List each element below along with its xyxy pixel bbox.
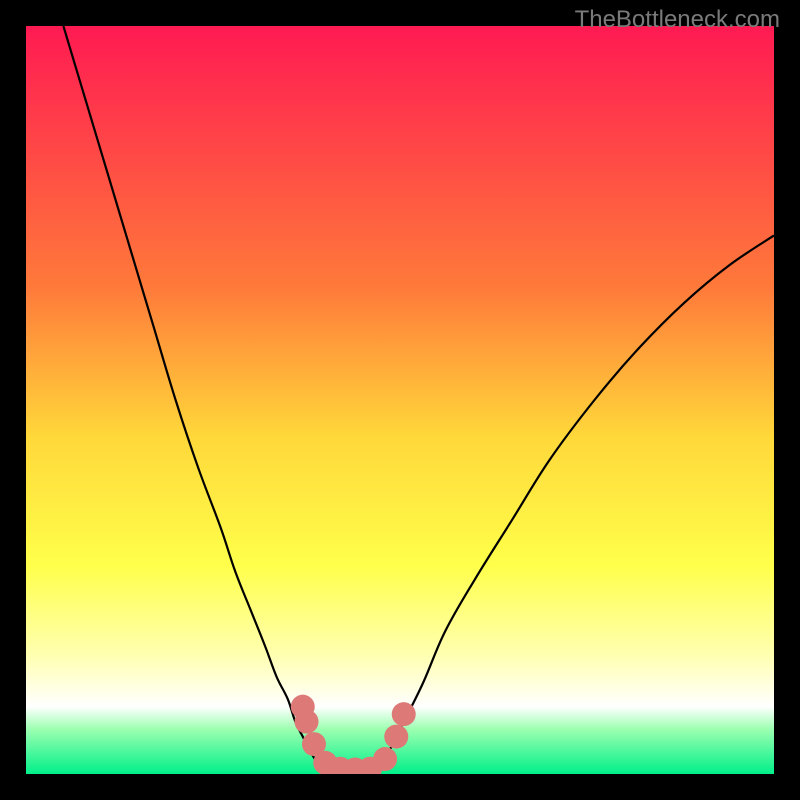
highlight-point [295, 710, 319, 734]
highlight-point [373, 747, 397, 771]
chart-background-gradient [26, 26, 774, 774]
bottleneck-chart [26, 26, 774, 774]
watermark-text: TheBottleneck.com [575, 6, 780, 34]
highlight-point [384, 725, 408, 749]
chart-frame [26, 26, 774, 774]
highlight-point [392, 702, 416, 726]
